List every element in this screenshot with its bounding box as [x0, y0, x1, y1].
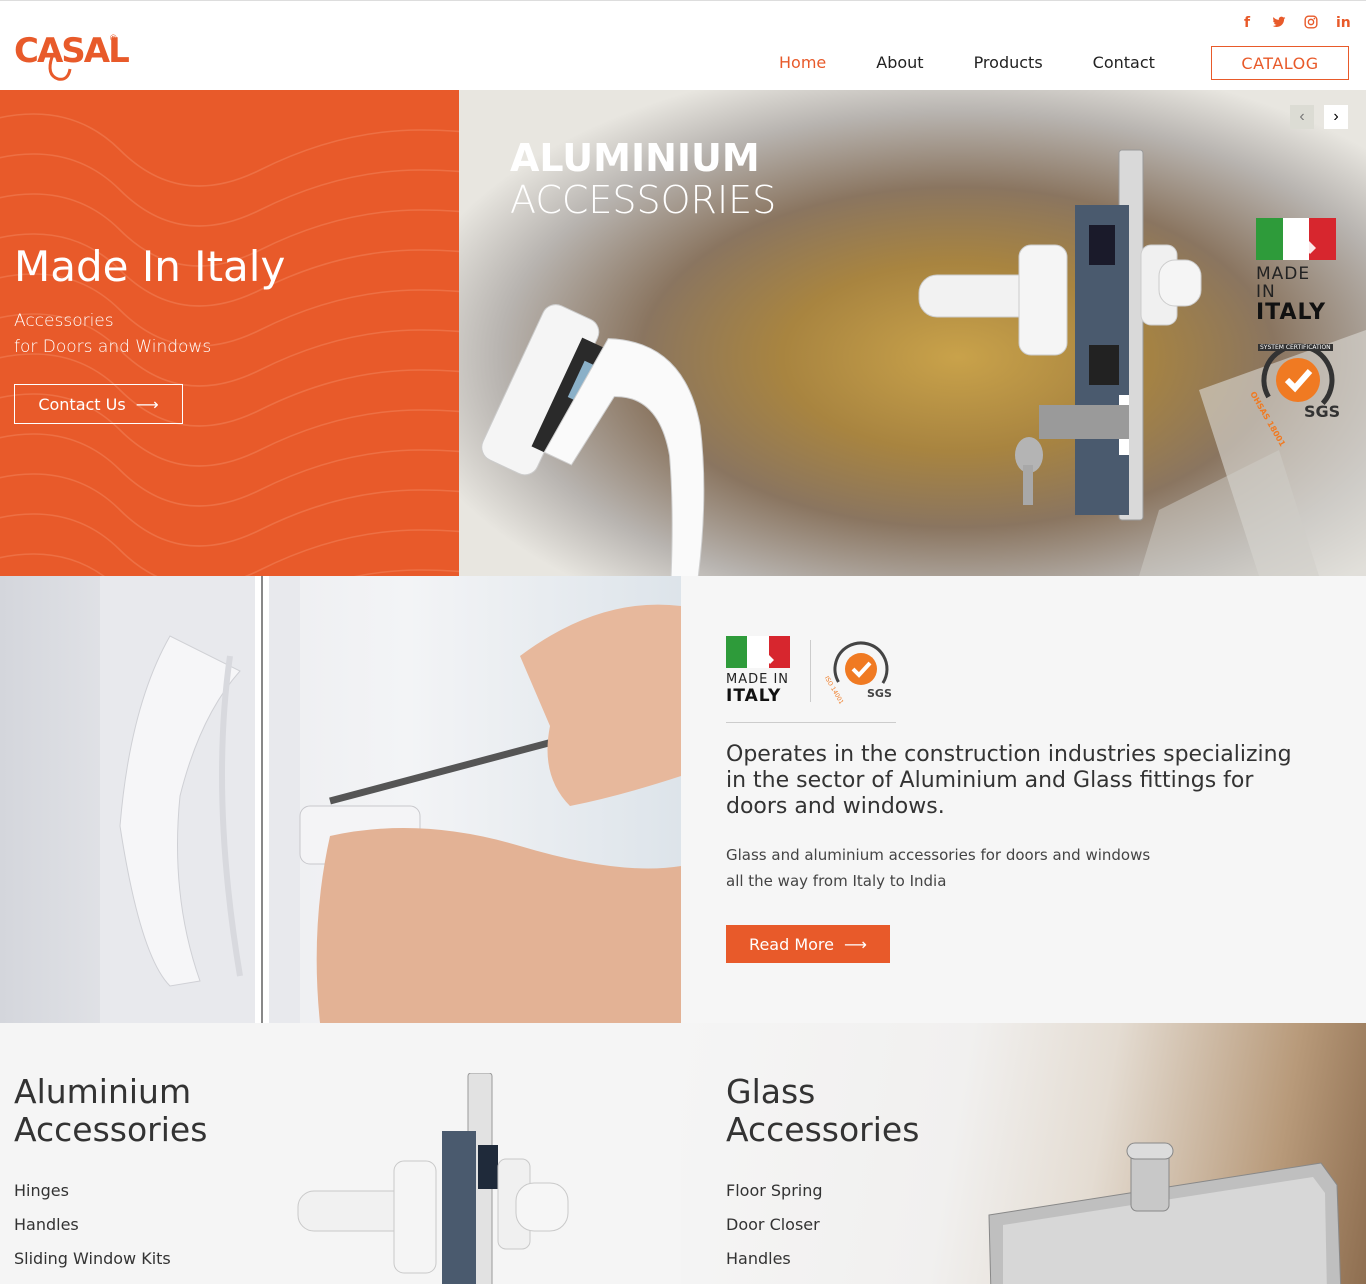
sgs-certification-badge: SYSTEM CERTIFICATION OHSAS 18001 SGS [1248, 338, 1344, 448]
chevron-left-icon: ‹ [1299, 108, 1305, 125]
aluminium-title-line2: Accessories [14, 1110, 208, 1149]
aluminium-item-hinges[interactable]: Hinges [14, 1181, 171, 1215]
contact-us-label: Contact Us [38, 394, 126, 414]
social-links: f in [1240, 15, 1351, 33]
nav-home[interactable]: Home [779, 53, 826, 72]
glass-title-line2: Accessories [726, 1110, 920, 1149]
chevron-right-icon: › [1333, 108, 1339, 125]
aluminium-accessories-card[interactable]: Aluminium Accessories Hinges Handles Sli… [0, 1023, 681, 1284]
aluminium-card-title: Aluminium Accessories [14, 1073, 207, 1149]
glass-item-floor-spring[interactable]: Floor Spring [726, 1181, 823, 1215]
about-text-line2: all the way from Italy to India [726, 872, 947, 890]
about-photo [0, 576, 681, 1023]
about-text-line1: Glass and aluminium accessories for door… [726, 846, 1151, 864]
sgs-ring-text: SYSTEM CERTIFICATION [1258, 344, 1333, 351]
made-in-italy-badge: MADE IN ITALY [1256, 218, 1336, 325]
sgs-label: SGS [1304, 402, 1341, 421]
slider-prev-button[interactable]: ‹ [1290, 105, 1314, 129]
small-badge-made-in: MADE IN [726, 672, 790, 687]
small-badge-italy: ITALY [726, 686, 782, 706]
nav-contact[interactable]: Contact [1093, 53, 1155, 72]
about-description: Glass and aluminium accessories for door… [726, 842, 1226, 894]
hero-subtitle: Accessories for Doors and Windows [14, 308, 211, 360]
contact-us-button[interactable]: Contact Us ⟶ [14, 384, 183, 424]
about-headline: Operates in the construction industries … [726, 742, 1292, 819]
catalog-button[interactable]: CATALOG [1211, 46, 1349, 80]
glass-product-list: Floor Spring Door Closer Handles [726, 1181, 823, 1283]
sgs-small-badge: ISO 14001 SGS [823, 639, 895, 705]
registered-mark: ® [110, 33, 117, 43]
made-in-italy-small-badge: MADE IN ITALY [726, 636, 790, 705]
hero-title: Made In Italy [14, 242, 286, 291]
linkedin-icon[interactable]: in [1336, 15, 1351, 33]
facebook-icon[interactable]: f [1240, 15, 1254, 33]
badge-divider [810, 639, 811, 702]
hero-intro-panel: Made In Italy Accessories for Doors and … [0, 90, 459, 576]
read-more-label: Read More [749, 934, 834, 954]
arrow-right-icon: ⟶ [844, 934, 867, 954]
badge-underline [726, 722, 896, 723]
patch-fitting-product-image [988, 1142, 1342, 1284]
aluminium-item-handles[interactable]: Handles [14, 1215, 171, 1249]
hero-slider: ALUMINIUM ACCESSORIES MADE IN ITALY SYST… [459, 90, 1366, 576]
nav-about[interactable]: About [876, 53, 923, 72]
hero-sub-line2: for Doors and Windows [14, 337, 212, 357]
handle-installation-image [100, 576, 681, 1023]
glass-title-line1: Glass [726, 1072, 816, 1111]
aluminium-title-line1: Aluminium [14, 1072, 192, 1111]
slide-title-light: ACCESSORIES [510, 178, 777, 222]
sgs-small-label: SGS [867, 686, 892, 700]
twitter-icon[interactable] [1272, 15, 1286, 33]
glass-item-handles[interactable]: Handles [726, 1249, 823, 1283]
badge-italy: ITALY [1256, 300, 1327, 325]
main-nav: Home About Products Contact [779, 53, 1205, 72]
glass-card-title: Glass Accessories [726, 1073, 919, 1149]
italy-flag-icon [1256, 218, 1336, 260]
slider-next-button[interactable]: › [1324, 105, 1348, 129]
casal-logo[interactable]: CASAL ® [12, 29, 130, 85]
certification-badges: MADE IN ITALY ISO 14001 SGS [726, 636, 895, 705]
site-header: CASAL ® f in Home About Products Contact… [0, 0, 1366, 90]
italy-flag-icon [726, 636, 790, 668]
hero-sub-line1: Accessories [14, 311, 114, 331]
instagram-icon[interactable] [1304, 15, 1318, 33]
door-lock-product-image [297, 1073, 569, 1284]
read-more-button[interactable]: Read More ⟶ [726, 925, 890, 963]
glass-item-door-closer[interactable]: Door Closer [726, 1215, 823, 1249]
aluminium-item-sliding-kits[interactable]: Sliding Window Kits [14, 1249, 171, 1283]
badge-made-in: MADE IN [1256, 264, 1311, 302]
arrow-right-icon: ⟶ [135, 394, 159, 414]
slide-title-bold: ALUMINIUM [510, 136, 760, 180]
nav-products[interactable]: Products [974, 53, 1043, 72]
about-panel: MADE IN ITALY ISO 14001 SGS Operates in … [681, 576, 1366, 1023]
glass-accessories-card[interactable]: Glass Accessories Floor Spring Door Clos… [681, 1023, 1366, 1284]
aluminium-product-list: Hinges Handles Sliding Window Kits [14, 1181, 171, 1283]
